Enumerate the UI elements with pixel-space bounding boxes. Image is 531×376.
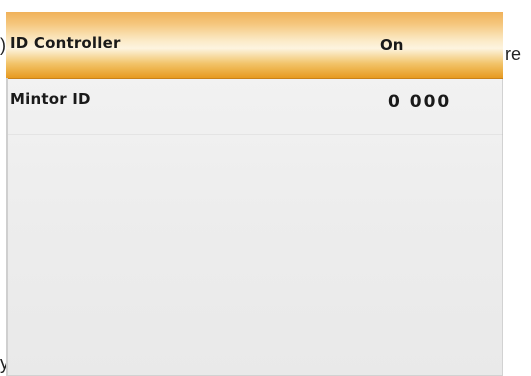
- device-screen: ID Controller On Mintor ID 0 000: [6, 12, 503, 376]
- menu-row-mintor-id[interactable]: Mintor ID 0 000: [6, 78, 503, 128]
- menu-row-id-controller[interactable]: ID Controller On: [6, 12, 503, 79]
- row-divider: [6, 134, 503, 135]
- page-text-fragment-right: re: [505, 44, 522, 64]
- screen-left-edge: [6, 78, 8, 376]
- menu-row-label: Mintor ID: [10, 90, 91, 108]
- menu-row-value: On: [380, 36, 404, 54]
- page: ) re y ID Controller On Mintor ID 0 000: [0, 0, 531, 376]
- menu-row-value: 0 000: [388, 92, 452, 112]
- menu-row-label: ID Controller: [10, 34, 121, 52]
